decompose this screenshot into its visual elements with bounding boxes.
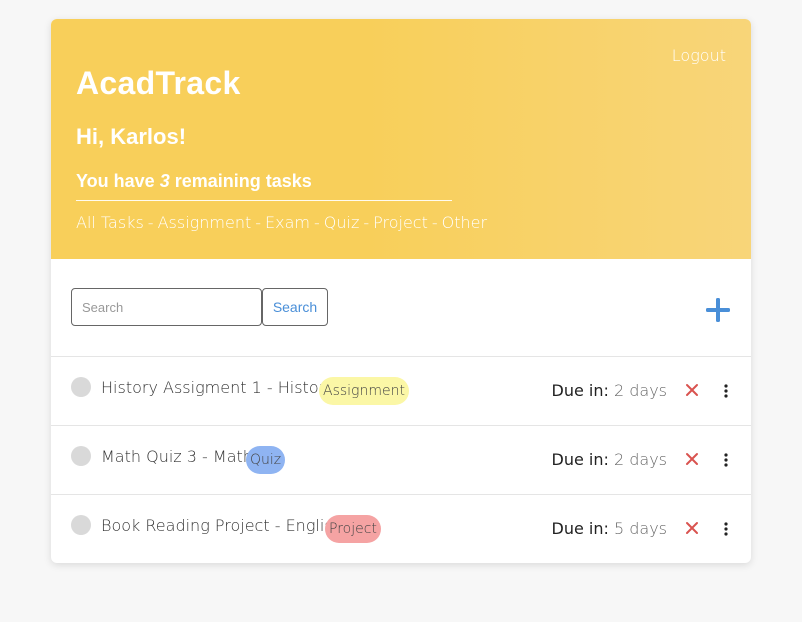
due-value: 2 days (613, 381, 667, 400)
filter-separator: - (363, 213, 370, 232)
task-card: Logout AcadTrack Hi, Karlos! You have 3 … (51, 19, 751, 563)
filter-all-tasks[interactable]: All Tasks (76, 213, 144, 232)
task-row: History Assigment 1 - History Assignment… (51, 357, 751, 426)
task-complete-toggle[interactable] (71, 515, 91, 535)
header-banner: Logout AcadTrack Hi, Karlos! You have 3 … (51, 19, 751, 259)
task-due: Due in: 5 days (552, 519, 668, 538)
remaining-tasks: You have 3 remaining tasks (76, 171, 452, 201)
close-icon[interactable] (684, 382, 700, 398)
filter-exam[interactable]: Exam (265, 213, 310, 232)
search-button[interactable]: Search (262, 288, 328, 326)
logout-link[interactable]: Logout (672, 46, 726, 65)
due-value: 2 days (613, 450, 667, 469)
filter-separator: - (147, 213, 154, 232)
task-title: Book Reading Project - English (101, 516, 343, 535)
plus-icon[interactable] (705, 297, 731, 323)
due-label: Due in: (551, 450, 609, 469)
task-complete-toggle[interactable] (71, 377, 91, 397)
due-label: Due in: (551, 519, 609, 538)
task-complete-toggle[interactable] (71, 446, 91, 466)
remaining-suffix: remaining tasks (174, 171, 312, 191)
filter-separator: - (255, 213, 262, 232)
filter-separator: - (313, 213, 320, 232)
search-input[interactable] (71, 288, 262, 326)
filter-quiz[interactable]: Quiz (324, 213, 360, 232)
app-title: AcadTrack (76, 65, 241, 101)
task-title: Math Quiz 3 - Math (101, 447, 253, 466)
task-row: Book Reading Project - English Project D… (51, 495, 751, 563)
greeting: Hi, Karlos! (76, 124, 187, 149)
filter-project[interactable]: Project (373, 213, 428, 232)
close-icon[interactable] (684, 451, 700, 467)
task-tag-project: Project (325, 515, 381, 543)
filter-nav: All Tasks - Assignment - Exam - Quiz - Project - O… (76, 213, 487, 232)
task-title: History Assigment 1 - History (101, 378, 335, 397)
remaining-prefix: You have (76, 171, 155, 191)
filter-assignment[interactable]: Assignment (158, 213, 252, 232)
task-tag-quiz: Quiz (246, 446, 286, 474)
more-vertical-icon[interactable] (723, 383, 729, 399)
more-vertical-icon[interactable] (723, 521, 729, 537)
filter-other[interactable]: Other (442, 213, 487, 232)
close-icon[interactable] (684, 520, 700, 536)
due-label: Due in: (551, 381, 609, 400)
filter-separator: - (431, 213, 438, 232)
remaining-count: 3 (159, 171, 170, 191)
task-row: Math Quiz 3 - Math Quiz Due in: 2 days (51, 426, 751, 495)
search-bar: Search (51, 259, 751, 357)
more-vertical-icon[interactable] (723, 452, 729, 468)
task-due: Due in: 2 days (552, 381, 668, 400)
task-tag-assignment: Assignment (319, 377, 409, 405)
task-due: Due in: 2 days (552, 450, 668, 469)
due-value: 5 days (613, 519, 667, 538)
